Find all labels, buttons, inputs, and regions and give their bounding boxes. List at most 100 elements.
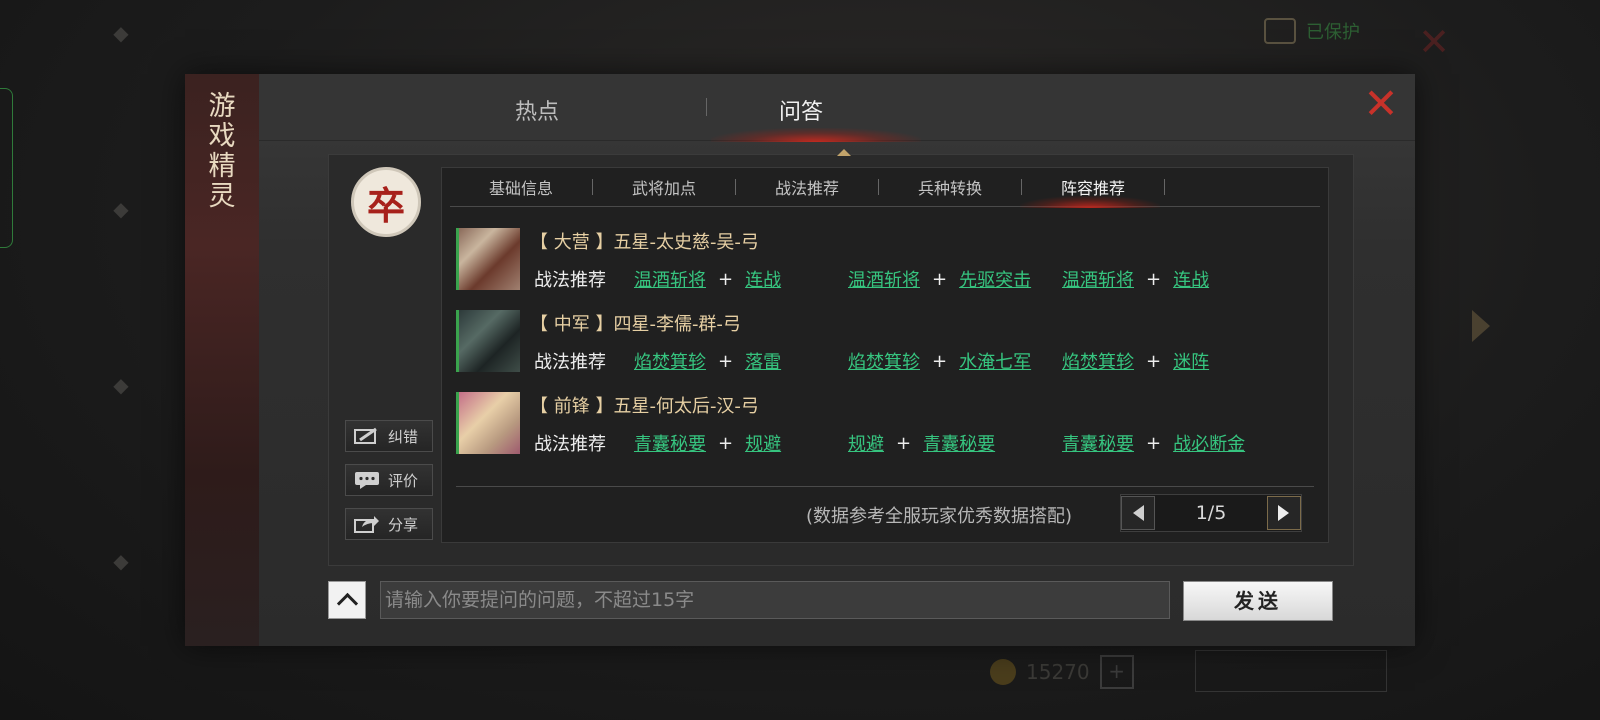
tactic-combo: 焰焚箕轸 + 迷阵: [1062, 348, 1276, 374]
background-side-item: ◆: [113, 21, 129, 45]
tactic-link[interactable]: 青囊秘要: [923, 430, 995, 456]
tactic-combo: 温酒斩将 + 连战: [1062, 266, 1276, 292]
subtab-troop-switch[interactable]: 兵种转换: [879, 175, 1021, 199]
background-side-item: ◆: [113, 197, 129, 221]
tactic-link[interactable]: 焰焚箕轸: [1062, 348, 1134, 374]
tactic-link[interactable]: 连战: [745, 266, 781, 292]
tactic-link[interactable]: 落雷: [745, 348, 781, 374]
plus-sign: +: [718, 432, 734, 454]
tactics-label: 战法推荐: [534, 270, 606, 291]
subtab-attribute-points[interactable]: 武将加点: [593, 175, 735, 199]
background-coin-count: 15270: [1026, 660, 1090, 684]
general-portrait[interactable]: [456, 228, 520, 290]
lock-icon: [1264, 18, 1296, 44]
background-side-menu: ◆ ◆ ◆ ◆: [100, 20, 142, 574]
tactic-link[interactable]: 规避: [848, 430, 884, 456]
question-bar: 发送: [328, 581, 1352, 621]
next-page-button[interactable]: [1266, 496, 1301, 530]
plus-sign: +: [896, 432, 912, 454]
tactic-link[interactable]: 连战: [1173, 266, 1209, 292]
plus-icon: +: [1099, 655, 1134, 689]
general-row: 【 前锋 】五星-何太后-汉-弓 战法推荐 青囊秘要 + 规避 规避 + 青囊秘要 青囊…: [456, 392, 1316, 466]
tactics-recommendation: 战法推荐 温酒斩将 + 连战 温酒斩将 + 先驱突击 温酒斩将 + 连战: [534, 266, 1276, 292]
caret-up-icon: [837, 149, 851, 156]
pagination: 1/5: [1120, 494, 1302, 532]
close-button[interactable]: ✕: [1361, 83, 1401, 125]
general-row: 【 中军 】四星-李儒-群-弓 战法推荐 焰焚箕轸 + 落雷 焰焚箕轸 + 水淹七军 焰…: [456, 310, 1316, 384]
background-side-item: ◆: [113, 549, 129, 573]
edit-icon: [354, 427, 377, 444]
answer-panel: 卒 纠错 评价 分享 基础信息 武将加点 战法推荐 兵种转换 阵容推荐 【 大营…: [328, 149, 1354, 566]
close-icon: ✕: [1363, 79, 1399, 128]
data-source-note: (数据参考全服玩家优秀数据搭配): [806, 506, 1073, 527]
general-row: 【 大营 】五星-太史慈-吴-弓 战法推荐 温酒斩将 + 连战 温酒斩将 + 先驱突击 …: [456, 228, 1316, 302]
share-label: 分享: [388, 515, 419, 534]
side-action-buttons: 纠错 评价 分享: [345, 420, 433, 540]
background-coins: 15270 +: [990, 655, 1134, 689]
subtab-tactics[interactable]: 战法推荐: [736, 175, 878, 199]
tactic-combo: 焰焚箕轸 + 水淹七军: [848, 348, 1062, 374]
dialog-top-tabs: 热点 问答: [259, 74, 1415, 142]
background-status-text: 已保护: [1306, 22, 1360, 43]
plus-sign: +: [718, 268, 734, 290]
tactic-link[interactable]: 温酒斩将: [1062, 266, 1134, 292]
active-tab-indicator: [711, 128, 921, 142]
background-arrow-right-icon: [1472, 310, 1490, 342]
share-button[interactable]: 分享: [345, 508, 433, 540]
tactic-combo: 焰焚箕轸 + 落雷: [634, 348, 848, 374]
tactic-link[interactable]: 焰焚箕轸: [634, 348, 706, 374]
send-button[interactable]: 发送: [1183, 581, 1333, 621]
tactic-combo: 规避 + 青囊秘要: [848, 430, 1062, 456]
question-input[interactable]: [380, 581, 1170, 619]
tactics-recommendation: 战法推荐 焰焚箕轸 + 落雷 焰焚箕轸 + 水淹七军 焰焚箕轸 + 迷阵: [534, 348, 1276, 374]
background-side-item: ◆: [113, 373, 129, 397]
page-indicator: 1/5: [1195, 502, 1227, 524]
tactic-link[interactable]: 先驱突击: [959, 266, 1031, 292]
tactic-combo: 温酒斩将 + 先驱突击: [848, 266, 1062, 292]
tactic-link[interactable]: 青囊秘要: [1062, 430, 1134, 456]
background-button: [1195, 650, 1387, 692]
tactic-combo: 青囊秘要 + 战必断金: [1062, 430, 1276, 456]
plus-sign: +: [932, 350, 948, 372]
rate-button[interactable]: 评价: [345, 464, 433, 496]
plus-sign: +: [1146, 268, 1162, 290]
general-title: 【 中军 】四星-李儒-群-弓: [530, 314, 741, 335]
prev-page-button[interactable]: [1121, 496, 1155, 530]
tactic-link[interactable]: 水淹七军: [959, 348, 1031, 374]
coin-icon: [990, 659, 1016, 685]
plus-sign: +: [932, 268, 948, 290]
sub-tab-bar: 基础信息 武将加点 战法推荐 兵种转换 阵容推荐: [450, 168, 1320, 208]
report-error-label: 纠错: [388, 427, 419, 446]
tactic-link[interactable]: 青囊秘要: [634, 430, 706, 456]
avatar-char: 卒: [366, 182, 405, 228]
expand-collapse-button[interactable]: [328, 581, 366, 619]
general-title: 【 大营 】五星-太史慈-吴-弓: [530, 232, 759, 253]
tactic-link[interactable]: 温酒斩将: [848, 266, 920, 292]
plus-sign: +: [1146, 432, 1162, 454]
report-error-button[interactable]: 纠错: [345, 420, 433, 452]
tactic-link[interactable]: 温酒斩将: [634, 266, 706, 292]
tactic-link[interactable]: 战必断金: [1173, 430, 1245, 456]
tactics-recommendation: 战法推荐 青囊秘要 + 规避 规避 + 青囊秘要 青囊秘要 + 战必断金: [534, 430, 1276, 456]
share-icon: [354, 516, 379, 533]
tactic-link[interactable]: 迷阵: [1173, 348, 1209, 374]
avatar: 卒: [351, 167, 421, 237]
general-portrait[interactable]: [456, 392, 520, 454]
tactics-label: 战法推荐: [534, 434, 606, 455]
dialog-side-title: 游戏精灵: [208, 91, 236, 212]
general-title: 【 前锋 】五星-何太后-汉-弓: [530, 396, 759, 417]
rate-label: 评价: [388, 471, 419, 490]
tactic-link[interactable]: 规避: [745, 430, 781, 456]
subtab-basic-info[interactable]: 基础信息: [450, 175, 592, 199]
dialog-side-band: 游戏精灵: [185, 74, 259, 646]
background-side-handle: [0, 88, 13, 248]
tab-qa[interactable]: 问答: [779, 94, 823, 126]
arrow-left-icon: [1132, 505, 1144, 521]
background-status: 已保护: [1264, 18, 1360, 44]
general-portrait[interactable]: [456, 310, 520, 372]
lineup-panel: 基础信息 武将加点 战法推荐 兵种转换 阵容推荐 【 大营 】五星-太史慈-吴-…: [441, 167, 1329, 543]
tab-hot[interactable]: 热点: [515, 94, 559, 126]
tactics-label: 战法推荐: [534, 352, 606, 373]
tactic-combo: 青囊秘要 + 规避: [634, 430, 848, 456]
tactic-link[interactable]: 焰焚箕轸: [848, 348, 920, 374]
